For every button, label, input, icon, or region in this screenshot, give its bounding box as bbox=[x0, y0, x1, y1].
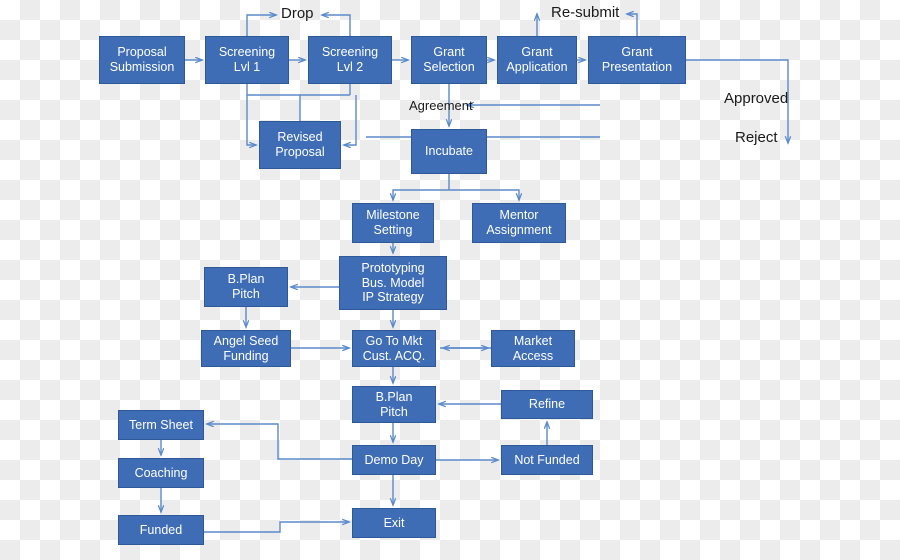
node-exit[interactable]: Exit bbox=[352, 508, 436, 538]
node-grant-application[interactable]: Grant Application bbox=[497, 36, 577, 84]
node-incubate[interactable]: Incubate bbox=[411, 129, 487, 174]
node-term-sheet[interactable]: Term Sheet bbox=[118, 410, 204, 440]
node-proposal-submission[interactable]: Proposal Submission bbox=[99, 36, 185, 84]
node-go-to-mkt[interactable]: Go To Mkt Cust. ACQ. bbox=[352, 330, 436, 367]
node-bplan-pitch-top[interactable]: B.Plan Pitch bbox=[204, 267, 288, 307]
node-coaching[interactable]: Coaching bbox=[118, 458, 204, 488]
node-refine[interactable]: Refine bbox=[501, 390, 593, 419]
node-milestone-setting[interactable]: Milestone Setting bbox=[352, 203, 434, 243]
edge-label-approved: Approved bbox=[724, 90, 789, 107]
node-mentor-assignment[interactable]: Mentor Assignment bbox=[472, 203, 566, 243]
node-funded[interactable]: Funded bbox=[118, 515, 204, 545]
node-angel-seed-funding[interactable]: Angel Seed Funding bbox=[201, 330, 291, 367]
node-demo-day[interactable]: Demo Day bbox=[352, 445, 436, 475]
edge-label-re-submit: Re-submit bbox=[551, 4, 620, 21]
node-market-access[interactable]: Market Access bbox=[491, 330, 575, 367]
node-revised-proposal[interactable]: Revised Proposal bbox=[259, 121, 341, 169]
node-screening-lvl-1[interactable]: Screening Lvl 1 bbox=[205, 36, 289, 84]
edge-label-agreement: Agreement bbox=[409, 98, 473, 113]
edge-label-drop: Drop bbox=[281, 5, 314, 22]
node-grant-selection[interactable]: Grant Selection bbox=[411, 36, 487, 84]
node-grant-presentation[interactable]: Grant Presentation bbox=[588, 36, 686, 84]
edge-label-reject: Reject bbox=[735, 129, 778, 146]
flowchart-stage: Proposal Submission Screening Lvl 1 Scre… bbox=[0, 0, 900, 560]
node-not-funded[interactable]: Not Funded bbox=[501, 445, 593, 475]
node-prototyping[interactable]: Prototyping Bus. Model IP Strategy bbox=[339, 256, 447, 310]
node-bplan-pitch-bottom[interactable]: B.Plan Pitch bbox=[352, 386, 436, 423]
node-screening-lvl-2[interactable]: Screening Lvl 2 bbox=[308, 36, 392, 84]
